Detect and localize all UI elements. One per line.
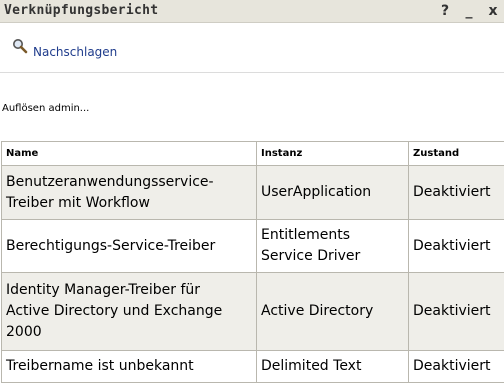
cell-name-line: Berechtigungs-Service-Treiber [6,237,216,254]
cell-name-line: Treibername ist unbekannt [6,358,194,374]
cell-state: Deaktiviert [408,165,504,220]
cell-instance: UserApplication [256,165,409,220]
table-row[interactable]: Berechtigungs-Service-Treiber Entitlemen… [1,219,504,273]
table-row[interactable]: Identity Manager-Treiber für Active Dire… [1,272,504,351]
association-table: Name Instanz Zustand Benutzeranwendungss… [1,141,504,383]
lookup-label[interactable]: Nachschlagen [33,45,117,59]
minimize-icon[interactable]: _ [462,2,476,20]
help-icon[interactable]: ? [438,2,452,20]
cell-name-line: Identity Manager-Treiber für [6,282,201,298]
toolbar: Nachschlagen [0,23,504,73]
cell-name: Benutzeranwendungsservice- Treiber mit W… [1,165,257,220]
cell-name-line: Benutzeranwendungsservice- [6,173,214,190]
title-bar: Verknüpfungsbericht ? _ x [0,0,504,23]
cell-instance: Entitlements Service Driver [256,219,409,273]
cell-instance-line: Entitlements [261,227,350,243]
cell-state: Deaktiviert [408,350,504,383]
cell-name-line: Treiber mit Workflow [6,194,150,211]
column-header-instance[interactable]: Instanz [256,141,409,166]
cell-state: Deaktiviert [408,272,504,351]
magnifier-icon [12,38,32,60]
close-icon[interactable]: x [486,2,500,20]
cell-instance-line: Service Driver [261,248,361,264]
cell-instance-line: Delimited Text [261,358,362,374]
cell-state: Deaktiviert [408,219,504,273]
title-bar-icons: ? _ x [438,2,500,20]
table-row[interactable]: Benutzeranwendungsservice- Treiber mit W… [1,165,504,220]
cell-name: Identity Manager-Treiber für Active Dire… [1,272,257,351]
cell-name: Berechtigungs-Service-Treiber [1,219,257,273]
column-header-state[interactable]: Zustand [408,141,504,166]
cell-instance: Delimited Text [256,350,409,383]
cell-name: Treibername ist unbekannt [1,350,257,383]
table-row[interactable]: Treibername ist unbekannt Delimited Text… [1,350,504,383]
column-header-name[interactable]: Name [1,141,257,166]
cell-instance: Active Directory [256,272,409,351]
lookup-button[interactable]: Nachschlagen [12,38,117,60]
cell-instance-line: UserApplication [261,184,372,200]
window-title: Verknüpfungsbericht [4,3,159,18]
cell-name-line: 2000 [6,324,42,340]
table-header-row: Name Instanz Zustand [1,141,504,166]
cell-name-line: Active Directory und Exchange [6,303,223,319]
cell-instance-line: Active Directory [261,303,374,319]
status-text: Auflösen admin... [2,103,90,114]
